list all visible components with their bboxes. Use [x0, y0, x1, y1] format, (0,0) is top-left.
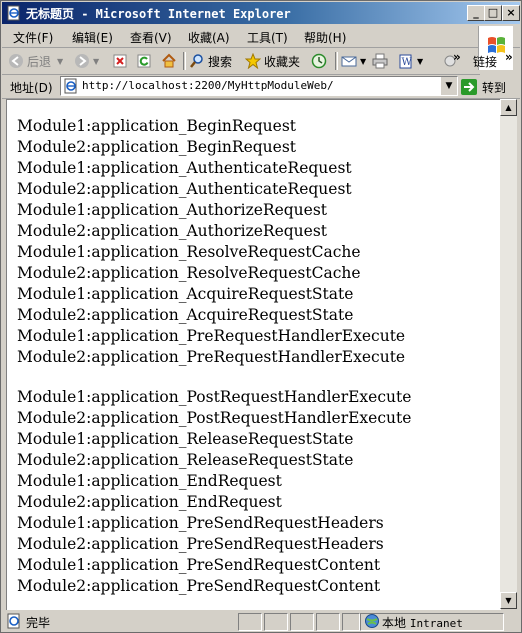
home-icon [162, 53, 176, 68]
log-line: Module2:application_ResolveRequestCache [17, 264, 361, 282]
log-line: Module2:application_PreRequestHandlerExe… [17, 348, 406, 366]
forward-arrow-icon [75, 54, 89, 68]
title-bar: 无标题页 - Microsoft Internet Explorer _ □ × [2, 2, 520, 24]
status-cell [316, 613, 340, 631]
log-line: Module2:application_PostRequestHandlerEx… [17, 409, 412, 427]
status-bar: 完毕 本地 Intranet [2, 611, 520, 631]
status-cell [342, 613, 360, 631]
menu-file[interactable]: 文件(F) [13, 29, 53, 46]
back-arrow-icon [9, 54, 23, 68]
links-bar[interactable]: » 链接 » [453, 50, 521, 72]
log-line: Module1:application_PreSendRequestHeader… [17, 514, 384, 532]
address-dropdown[interactable]: ▼ [440, 77, 457, 95]
window-title: 无标题页 - Microsoft Internet Explorer [26, 7, 291, 21]
menu-view[interactable]: 查看(V) [130, 29, 172, 46]
search-button[interactable]: 搜索 [189, 51, 232, 71]
log-line: Module2:application_PreSendRequestHeader… [17, 535, 384, 553]
history-button[interactable] [311, 51, 330, 71]
toolbar-chevron[interactable]: » [453, 50, 461, 64]
status-text: 完毕 [26, 616, 51, 630]
maximize-button[interactable]: □ [484, 5, 502, 21]
search-label: 搜索 [208, 54, 233, 69]
back-button[interactable]: 后退 ▼ [8, 51, 63, 71]
status-cell [264, 613, 288, 631]
scroll-down-button[interactable]: ▼ [500, 592, 517, 609]
status-cell [290, 613, 314, 631]
print-button[interactable] [372, 51, 391, 71]
home-button[interactable] [161, 51, 180, 71]
zone-label-en: Intranet [409, 617, 463, 630]
log-gap [17, 368, 411, 387]
print-icon [372, 53, 388, 69]
scroll-up-button[interactable]: ▲ [500, 99, 517, 116]
edit-icon: W [399, 54, 413, 69]
log-line: Module1:application_AuthorizeRequest [17, 201, 328, 219]
back-label: 后退 [27, 54, 52, 69]
favorites-star-icon [245, 53, 261, 69]
svg-text:W: W [402, 57, 413, 68]
ie-page-icon [7, 5, 20, 21]
log-line: Module2:application_AcquireRequestState [17, 306, 354, 324]
log-line: Module2:application_AuthorizeRequest [17, 222, 328, 240]
log-line: Module2:application_EndRequest [17, 493, 282, 511]
go-label: 转到 [482, 80, 507, 95]
menu-edit[interactable]: 编辑(E) [72, 29, 113, 46]
stop-button[interactable] [112, 51, 131, 71]
address-input[interactable]: http://localhost:2200/MyHttpModuleWeb/ ▼ [60, 76, 458, 96]
log-line: Module1:application_AuthenticateRequest [17, 159, 352, 177]
edit-button[interactable]: W ▼ [398, 51, 423, 71]
log-line: Module1:application_PostRequestHandlerEx… [17, 388, 412, 406]
page-content: Module1:application_BeginRequest Module2… [6, 99, 501, 610]
browser-window: 无标题页 - Microsoft Internet Explorer _ □ ×… [0, 0, 522, 633]
menu-favorites[interactable]: 收藏(A) [188, 29, 230, 46]
address-url: http://localhost:2200/MyHttpModuleWeb/ [82, 79, 334, 92]
event-log: Module1:application_BeginRequest Module2… [17, 116, 411, 597]
zone-text: 本地 Intranet [382, 614, 463, 631]
log-line: Module1:application_PreRequestHandlerExe… [17, 327, 406, 345]
stop-icon [113, 54, 127, 68]
log-line: Module2:application_PreSendRequestConten… [17, 577, 381, 595]
log-line: Module2:application_AuthenticateRequest [17, 180, 352, 198]
links-chevron[interactable]: » [505, 50, 513, 64]
log-line: Module2:application_ReleaseRequestState [17, 451, 354, 469]
go-button[interactable]: 转到 [460, 77, 506, 97]
ie-page-icon [7, 613, 20, 629]
minimize-button[interactable]: _ [467, 5, 485, 21]
status-cell [238, 613, 262, 631]
refresh-button[interactable] [136, 51, 155, 71]
refresh-icon [137, 54, 151, 68]
log-line: Module1:application_EndRequest [17, 472, 282, 490]
standard-toolbar: 后退 ▼ ▼ 搜索 收藏夹 ▼ W ▼ [2, 48, 480, 75]
log-line: Module1:application_ReleaseRequestState [17, 430, 354, 448]
log-line: Module1:application_BeginRequest [17, 117, 297, 135]
ie-page-icon [64, 78, 77, 94]
log-line: Module2:application_BeginRequest [17, 138, 297, 156]
log-line: Module1:application_ResolveRequestCache [17, 243, 361, 261]
favorites-button[interactable]: 收藏夹 [245, 51, 300, 71]
address-label: 地址(D) [10, 81, 53, 95]
favorites-label: 收藏夹 [264, 54, 301, 69]
toolbar-separator [183, 52, 186, 70]
address-bar: 地址(D) http://localhost:2200/MyHttpModule… [2, 74, 520, 99]
mail-icon [341, 56, 357, 67]
menu-tools[interactable]: 工具(T) [247, 29, 288, 46]
forward-button[interactable]: ▼ [74, 51, 99, 71]
menu-help[interactable]: 帮助(H) [304, 29, 346, 46]
go-arrow-icon [461, 79, 477, 95]
close-button[interactable]: × [502, 5, 520, 21]
vertical-scrollbar[interactable]: ▲ ▼ [500, 99, 517, 609]
links-label: 链接 [473, 55, 498, 69]
search-icon [190, 54, 203, 68]
log-line: Module1:application_PreSendRequestConten… [17, 556, 381, 574]
intranet-globe-icon [365, 614, 379, 628]
mail-button[interactable]: ▼ [341, 51, 366, 71]
menu-bar: 文件(F) 编辑(E) 查看(V) 收藏(A) 工具(T) 帮助(H) [2, 25, 520, 48]
log-line: Module1:application_AcquireRequestState [17, 285, 354, 303]
history-icon [311, 53, 327, 69]
toolbar-separator [335, 52, 338, 70]
zone-label-cn: 本地 [382, 616, 407, 630]
